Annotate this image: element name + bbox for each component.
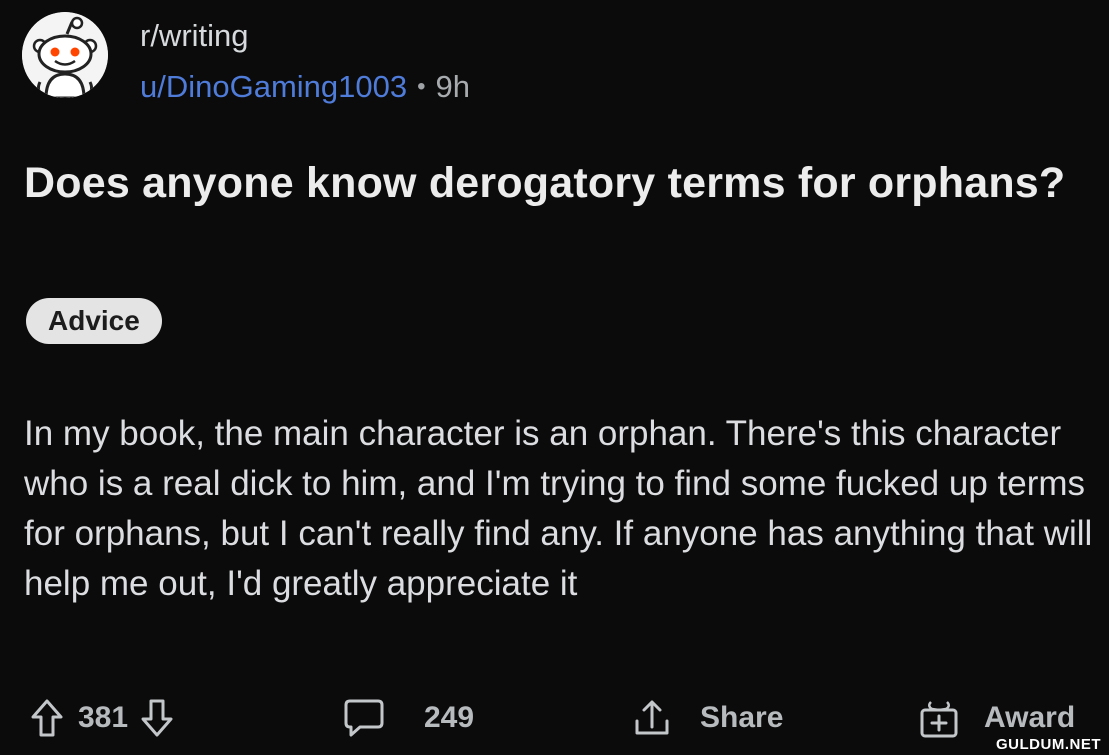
- share-button[interactable]: Share: [632, 690, 783, 746]
- meta-separator: •: [417, 73, 426, 100]
- arrow-up-icon: [31, 699, 63, 737]
- site-watermark: GULDUM.NET: [996, 736, 1101, 753]
- post-age: 9h: [435, 69, 471, 104]
- reddit-snoo-avatar-icon: [22, 12, 108, 98]
- author-username[interactable]: u/DinoGaming1003: [140, 69, 407, 105]
- gift-award-icon: [920, 701, 958, 738]
- subreddit-name[interactable]: r/writing: [140, 18, 470, 54]
- upvote-button[interactable]: [30, 698, 64, 738]
- vote-group: 381: [30, 690, 174, 746]
- comments-button[interactable]: 249: [342, 690, 474, 746]
- post-meta: r/writing u/DinoGaming1003 • 9h: [140, 18, 470, 105]
- arrow-down-icon: [141, 699, 173, 737]
- comment-count: 249: [424, 701, 475, 734]
- award-label: Award: [984, 701, 1076, 734]
- post-header: r/writing u/DinoGaming1003 • 9h: [22, 12, 470, 112]
- downvote-button[interactable]: [140, 698, 174, 738]
- post-body: In my book, the main character is an orp…: [24, 414, 1093, 603]
- post-flair[interactable]: Advice: [26, 298, 162, 344]
- action-bar: 381 249 Share Award: [0, 690, 1109, 746]
- speech-bubble-icon: [344, 699, 384, 737]
- reddit-post: r/writing u/DinoGaming1003 • 9h Does any…: [0, 0, 1109, 755]
- post-title[interactable]: Does anyone know derogatory terms for or…: [24, 156, 1084, 211]
- share-upload-icon: [635, 700, 669, 735]
- author-line: u/DinoGaming1003 • 9h: [140, 69, 470, 105]
- vote-count: 381: [78, 701, 129, 734]
- subreddit-avatar[interactable]: [22, 12, 108, 98]
- share-label: Share: [700, 701, 784, 734]
